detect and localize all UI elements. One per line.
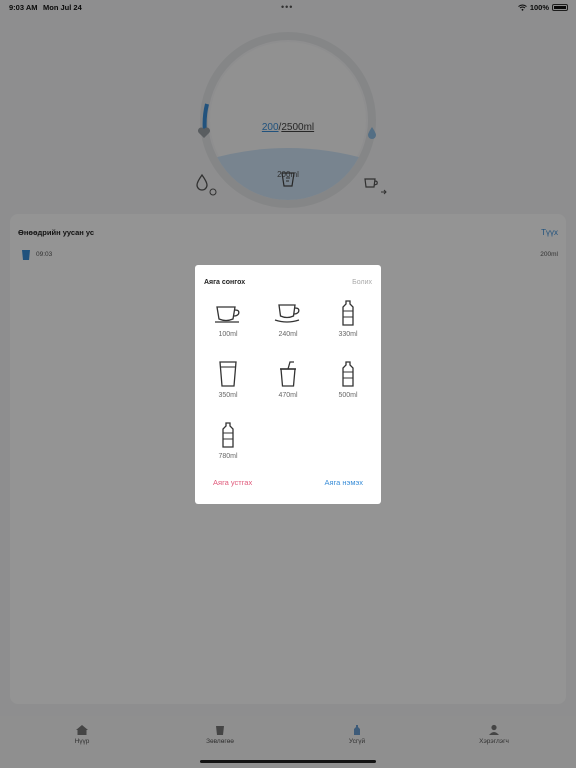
cup-option-240[interactable]: 240ml [258, 295, 318, 353]
cup-amount-label: 240ml [278, 331, 298, 338]
cup-option-470[interactable]: 470ml [258, 356, 318, 414]
cup-amount-label: 330ml [338, 331, 358, 338]
cup-option-330[interactable]: 330ml [318, 295, 378, 353]
mug-saucer-icon [274, 304, 300, 323]
home-indicator[interactable] [200, 760, 376, 763]
bottle-icon [222, 422, 234, 448]
add-cup-button[interactable]: Аяга нэмэх [324, 478, 363, 487]
cup-amount-label: 780ml [218, 453, 238, 460]
cup-amount-label: 350ml [218, 392, 238, 399]
cup-amount-label: 500ml [338, 392, 358, 399]
cup-option-100[interactable]: 100ml [198, 295, 258, 353]
coffee-cup-icon [215, 306, 240, 323]
bottle-icon [342, 361, 354, 387]
dialog-title: Аяга сонгох [204, 279, 246, 286]
cup-option-350[interactable]: 350ml [198, 356, 258, 414]
glass-icon [219, 361, 237, 387]
cup-amount-label: 100ml [218, 331, 238, 338]
cup-option-500[interactable]: 500ml [318, 356, 378, 414]
straw-cup-icon [280, 361, 296, 387]
cup-option-780[interactable]: 780ml [198, 417, 258, 475]
cup-select-dialog: Аяга сонгох Болих 100ml 240ml 330ml 350m… [195, 265, 381, 504]
dialog-cancel-button[interactable]: Болих [352, 279, 372, 286]
cup-amount-label: 470ml [278, 392, 298, 399]
remove-cup-button[interactable]: Аяга устгах [213, 478, 252, 487]
bottle-icon [342, 300, 354, 326]
